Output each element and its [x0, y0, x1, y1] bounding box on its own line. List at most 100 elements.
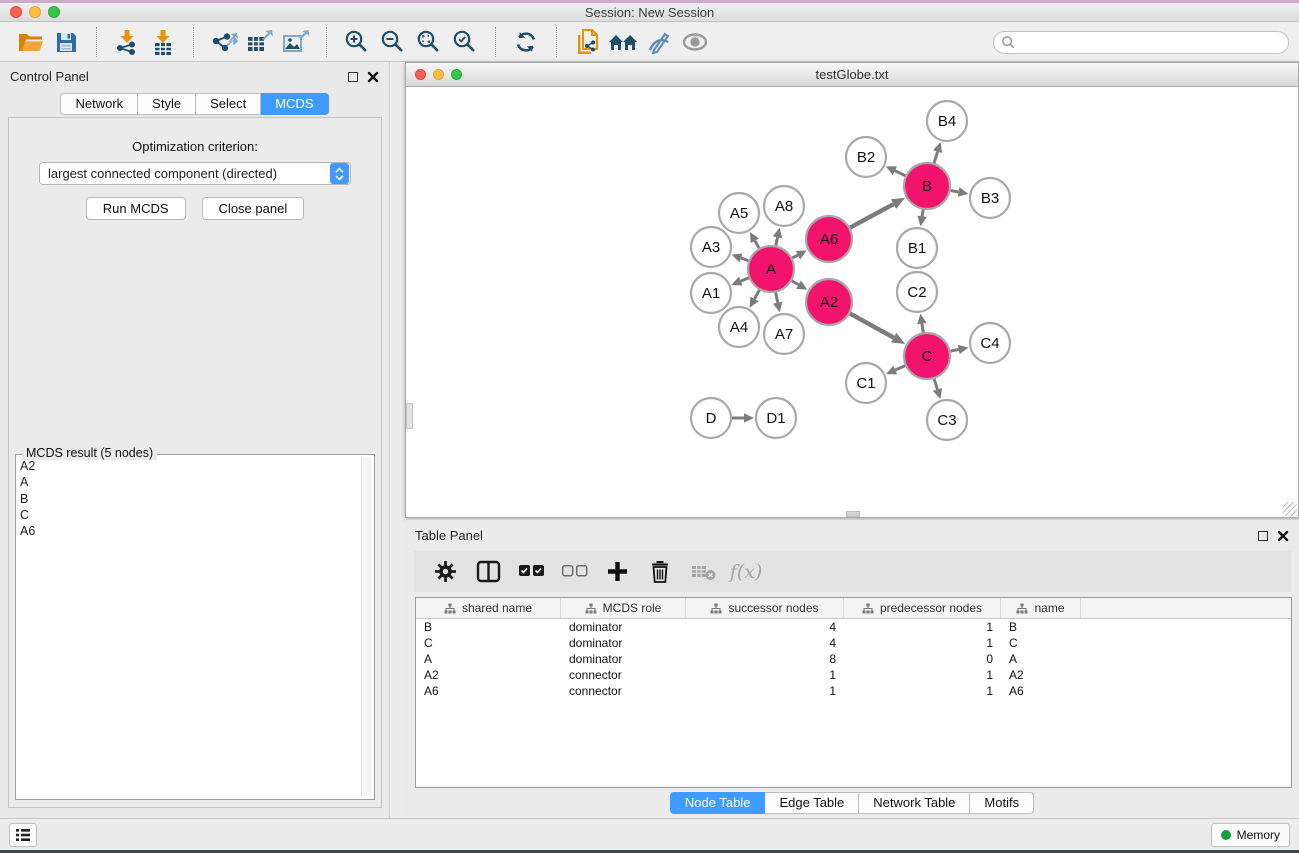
graph-node-A4[interactable]: A4: [719, 307, 759, 347]
resize-grip[interactable]: [1283, 502, 1297, 516]
table-row[interactable]: Adominator80A: [416, 651, 1291, 667]
column-header-name[interactable]: name: [1001, 598, 1081, 618]
delete-column-icon[interactable]: [645, 556, 675, 588]
graph-edge-A-A7[interactable]: [773, 293, 782, 313]
graph-edge-A-A6[interactable]: [792, 250, 806, 259]
graph-node-A3[interactable]: A3: [691, 227, 731, 267]
app-titlebar[interactable]: Session: New Session: [0, 3, 1299, 22]
mcds-result-item[interactable]: A2: [20, 458, 358, 474]
tab-select[interactable]: Select: [196, 93, 261, 115]
criterion-dropdown[interactable]: largest connected component (directed): [39, 162, 351, 185]
show-hidden-icon[interactable]: [677, 26, 713, 58]
tab-network-table[interactable]: Network Table: [859, 792, 970, 814]
graph-edge-A2-C[interactable]: [850, 314, 905, 344]
tab-node-table[interactable]: Node Table: [670, 792, 766, 814]
graph-node-A2[interactable]: A2: [806, 279, 852, 325]
graph-node-B2[interactable]: B2: [846, 137, 886, 177]
close-table-panel-icon[interactable]: [1277, 530, 1289, 542]
graph-edge-A-A5[interactable]: [750, 232, 759, 248]
import-network-icon[interactable]: [109, 26, 145, 58]
search-input[interactable]: [993, 31, 1289, 54]
task-history-button[interactable]: [9, 823, 37, 847]
graph-node-C1[interactable]: C1: [846, 363, 886, 403]
table-row[interactable]: A2connector11A2: [416, 667, 1291, 683]
column-header-shared-name[interactable]: shared name: [416, 598, 561, 618]
column-header-MCDS-role[interactable]: MCDS role: [561, 598, 686, 618]
graph-edge-A6-B[interactable]: [850, 198, 905, 228]
mcds-result-list[interactable]: A2ABCA6: [20, 458, 358, 796]
graph-node-A[interactable]: A: [748, 246, 794, 292]
graph-edge-A-A1[interactable]: [731, 277, 748, 286]
network-window-titlebar[interactable]: testGlobe.txt: [406, 63, 1298, 87]
float-table-panel-icon[interactable]: [1258, 531, 1268, 541]
open-session-icon[interactable]: [12, 26, 48, 58]
settings-icon[interactable]: [430, 556, 460, 588]
zoom-out-icon[interactable]: [375, 26, 411, 58]
graph-edge-B-B1[interactable]: [917, 210, 926, 227]
tab-style[interactable]: Style: [138, 93, 196, 115]
save-session-icon[interactable]: [48, 26, 84, 58]
graph-edge-A-A8[interactable]: [773, 228, 782, 246]
tab-motifs[interactable]: Motifs: [970, 792, 1034, 814]
graph-edge-B-B3[interactable]: [951, 187, 969, 196]
export-network-icon[interactable]: [206, 26, 242, 58]
graph-edge-B-B2[interactable]: [886, 166, 905, 175]
zoom-selected-icon[interactable]: [447, 26, 483, 58]
network-graph[interactable]: B4 B2 B B3 A8A5 A6 A3 B1 A C2 A1 A2 A4A7 C4 C C1 D D1 C3: [406, 88, 1298, 517]
table-row[interactable]: Bdominator41B: [416, 619, 1291, 635]
zoom-in-icon[interactable]: [339, 26, 375, 58]
graph-node-A6[interactable]: A6: [806, 216, 852, 262]
table-row[interactable]: Cdominator41C: [416, 635, 1291, 651]
horizontal-scroll-nub[interactable]: [846, 511, 860, 517]
export-table-icon[interactable]: [242, 26, 278, 58]
graph-node-C3[interactable]: C3: [927, 400, 967, 440]
column-header-successor-nodes[interactable]: successor nodes: [686, 598, 844, 618]
zoom-fit-icon[interactable]: [411, 26, 447, 58]
graph-edge-C-C2[interactable]: [917, 314, 926, 333]
graph-node-A5[interactable]: A5: [719, 193, 759, 233]
network-canvas[interactable]: B4 B2 B B3 A8A5 A6 A3 B1 A C2 A1 A2 A4A7 C4 C C1 D D1 C3: [406, 88, 1298, 517]
mcds-result-item[interactable]: A: [20, 474, 358, 490]
graph-node-B[interactable]: B: [904, 163, 950, 209]
close-panel-icon[interactable]: [367, 71, 379, 83]
mcds-result-item[interactable]: C: [20, 507, 358, 523]
graph-edge-A-A3[interactable]: [732, 254, 749, 263]
select-all-icon[interactable]: [516, 556, 546, 588]
clone-network-icon[interactable]: [569, 26, 605, 58]
graph-node-D[interactable]: D: [691, 398, 731, 438]
tab-mcds[interactable]: MCDS: [261, 93, 328, 115]
graph-node-C4[interactable]: C4: [970, 323, 1010, 363]
graph-node-A8[interactable]: A8: [764, 186, 804, 226]
memory-button[interactable]: Memory: [1211, 823, 1290, 847]
graph-node-A7[interactable]: A7: [764, 314, 804, 354]
graph-edge-C-C1[interactable]: [886, 366, 905, 375]
graph-node-C[interactable]: C: [904, 333, 950, 379]
run-mcds-button[interactable]: Run MCDS: [86, 197, 186, 220]
result-scrollbar[interactable]: [361, 457, 372, 797]
export-image-icon[interactable]: [278, 26, 314, 58]
mcds-result-item[interactable]: B: [20, 491, 358, 507]
graph-node-C2[interactable]: C2: [897, 272, 937, 312]
column-header-predecessor-nodes[interactable]: predecessor nodes: [844, 598, 1001, 618]
mcds-result-item[interactable]: A6: [20, 523, 358, 539]
float-panel-icon[interactable]: [348, 72, 358, 82]
tab-edge-table[interactable]: Edge Table: [765, 792, 859, 814]
refresh-icon[interactable]: [508, 26, 544, 58]
import-table-icon[interactable]: [145, 26, 181, 58]
split-view-icon[interactable]: [473, 556, 503, 588]
close-panel-button[interactable]: Close panel: [202, 197, 305, 220]
tab-network[interactable]: Network: [60, 93, 138, 115]
graph-node-B4[interactable]: B4: [927, 101, 967, 141]
add-column-icon[interactable]: [602, 556, 632, 588]
graph-node-B1[interactable]: B1: [897, 228, 937, 268]
graph-edge-A-A2[interactable]: [792, 281, 807, 290]
vertical-scroll-nub[interactable]: [406, 403, 413, 429]
graph-edge-D-D1[interactable]: [732, 413, 754, 423]
graph-edge-C-C4[interactable]: [951, 345, 969, 354]
graph-node-D1[interactable]: D1: [756, 398, 796, 438]
table-row[interactable]: A6connector11A6: [416, 683, 1291, 699]
graph-node-B3[interactable]: B3: [970, 178, 1010, 218]
hide-annotations-icon[interactable]: [641, 26, 677, 58]
graph-node-A1[interactable]: A1: [691, 273, 731, 313]
deselect-all-icon[interactable]: [559, 556, 589, 588]
